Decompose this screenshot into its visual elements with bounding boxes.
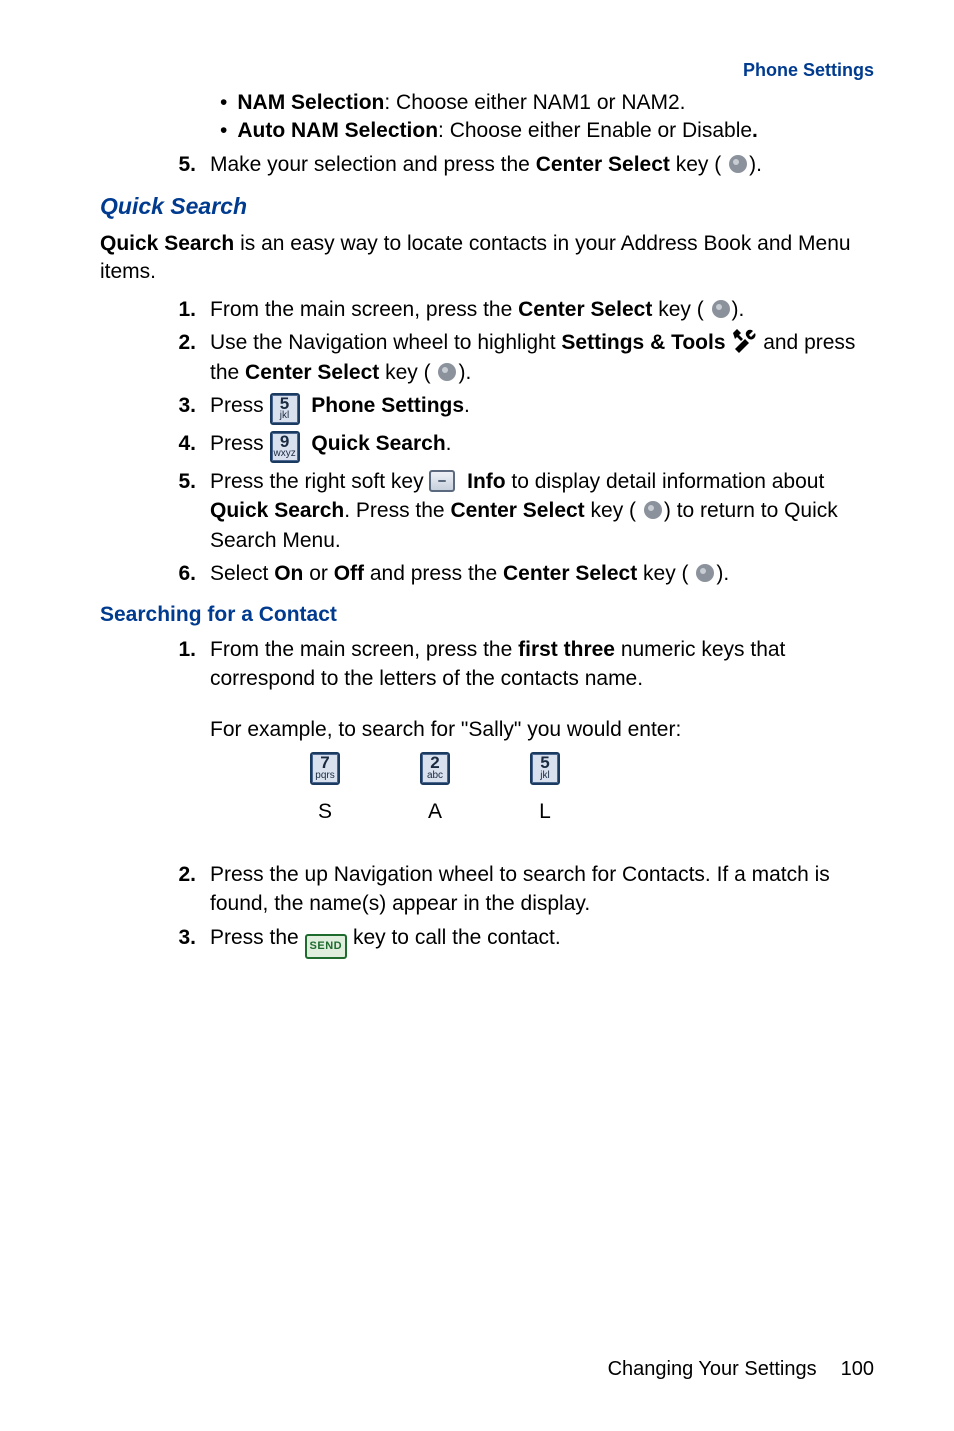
- center-select-icon: [436, 361, 458, 383]
- step-text: From the main screen, press the: [210, 298, 518, 321]
- tools-icon: [731, 329, 757, 353]
- step-text: key (: [670, 153, 721, 176]
- right-softkey-icon: [429, 470, 455, 492]
- step-item: 1. From the main screen, press the Cente…: [160, 295, 874, 324]
- step-text: Press: [210, 394, 270, 417]
- step-item: 5. Make your selection and press the Cen…: [160, 150, 874, 179]
- step-text: Press the up Navigation wheel to search …: [210, 860, 874, 919]
- step-item: 1. From the main screen, press the first…: [160, 635, 874, 827]
- example-keys: 7pqrs S 2abc A 5jkl L: [310, 751, 874, 826]
- center-select-icon: [694, 562, 716, 584]
- bullet-item: • Auto NAM Selection: Choose either Enab…: [220, 117, 874, 145]
- step-number: 4.: [160, 429, 196, 458]
- step-number: 3.: [160, 923, 196, 952]
- step-item: 3. Press 5jkl Phone Settings.: [160, 391, 874, 425]
- bullet-dot-icon: •: [220, 117, 227, 145]
- example-col: 2abc A: [420, 751, 450, 826]
- step-text: Press the: [210, 926, 305, 949]
- step-bold: Off: [334, 562, 364, 585]
- bullet-label: Auto NAM Selection: [237, 119, 438, 142]
- step-bold: On: [274, 562, 303, 585]
- bullet-text: : Choose either NAM1 or NAM2.: [384, 91, 685, 114]
- step-text: and press the: [364, 562, 503, 585]
- step-number: 2.: [160, 328, 196, 357]
- step-item: 5. Press the right soft key Info to disp…: [160, 467, 874, 555]
- step-text: key (: [379, 361, 430, 384]
- example-col: 5jkl L: [530, 751, 560, 826]
- step-number: 2.: [160, 860, 196, 889]
- center-select-icon: [642, 499, 664, 521]
- footer-chapter: Changing Your Settings: [608, 1358, 817, 1380]
- step-item: 2. Use the Navigation wheel to highlight…: [160, 328, 874, 387]
- intro-bold: Quick Search: [100, 232, 234, 255]
- step-number: 5.: [160, 467, 196, 496]
- step-bold: Center Select: [245, 361, 379, 384]
- step-text: . Press the: [344, 499, 450, 522]
- step-bold: Center Select: [536, 153, 670, 176]
- step-number: 1.: [160, 635, 196, 664]
- step-number: 3.: [160, 391, 196, 420]
- example-label: For example, to search for "Sally" you w…: [210, 715, 874, 744]
- section-header: Phone Settings: [100, 60, 874, 81]
- step-item: 4. Press 9wxyz Quick Search.: [160, 429, 874, 463]
- step-text: .: [446, 432, 452, 455]
- quick-search-intro: Quick Search is an easy way to locate co…: [100, 230, 874, 287]
- step-bold: Quick Search: [210, 499, 344, 522]
- step-item: 3. Press the SEND key to call the contac…: [160, 923, 874, 959]
- step-bold: Info: [467, 470, 505, 493]
- step-text: Use the Navigation wheel to highlight: [210, 331, 561, 354]
- step-bold: Phone Settings: [311, 394, 464, 417]
- step-bold: first three: [518, 638, 615, 661]
- example-letter: S: [310, 797, 340, 826]
- step-text: Make your selection and press the: [210, 153, 536, 176]
- step-text: key to call the contact.: [353, 926, 561, 949]
- bullet-item: • NAM Selection: Choose either NAM1 or N…: [220, 89, 874, 117]
- step-number: 5.: [160, 150, 196, 179]
- footer-page-number: 100: [841, 1358, 874, 1380]
- center-select-icon: [727, 153, 749, 175]
- step-text: From the main screen, press the: [210, 638, 518, 661]
- quick-search-heading: Quick Search: [100, 193, 874, 220]
- example-letter: L: [530, 797, 560, 826]
- page-footer: Changing Your Settings 100: [608, 1358, 874, 1381]
- step-text: Select: [210, 562, 274, 585]
- example-col: 7pqrs S: [310, 751, 340, 826]
- step-text: to display detail information about: [506, 470, 825, 493]
- step-text: key (: [652, 298, 703, 321]
- send-key-icon: SEND: [305, 934, 348, 959]
- example-letter: A: [420, 797, 450, 826]
- bullet-label: NAM Selection: [237, 91, 384, 114]
- step-bold: Center Select: [503, 562, 637, 585]
- step-item: 6. Select On or Off and press the Center…: [160, 559, 874, 588]
- bullet-period: .: [752, 119, 758, 142]
- searching-heading: Searching for a Contact: [100, 603, 874, 627]
- key-7-icon: 7pqrs: [310, 752, 340, 784]
- step-bold: Center Select: [518, 298, 652, 321]
- step-text: ).: [458, 361, 471, 384]
- key-2-icon: 2abc: [420, 752, 450, 784]
- step-number: 6.: [160, 559, 196, 588]
- step-bold: Center Select: [450, 499, 584, 522]
- step-text: or: [303, 562, 333, 585]
- step-text: .: [464, 394, 470, 417]
- bullet-list: • NAM Selection: Choose either NAM1 or N…: [220, 89, 874, 146]
- step-number: 1.: [160, 295, 196, 324]
- step-text: ).: [732, 298, 745, 321]
- center-select-icon: [710, 298, 732, 320]
- step-text: ).: [716, 562, 729, 585]
- key-5-icon: 5jkl: [270, 393, 300, 425]
- step-bold: Quick Search: [311, 432, 445, 455]
- step-text: key (: [585, 499, 636, 522]
- bullet-text: : Choose either Enable or Disable: [438, 119, 752, 142]
- step-bold: Settings & Tools: [561, 331, 725, 354]
- step-item: 2. Press the up Navigation wheel to sear…: [160, 860, 874, 919]
- key-5-icon: 5jkl: [530, 752, 560, 784]
- key-9-icon: 9wxyz: [270, 431, 300, 463]
- step-text: Press: [210, 432, 270, 455]
- bullet-dot-icon: •: [220, 89, 227, 117]
- step-text: ).: [749, 153, 762, 176]
- step-text: key (: [637, 562, 688, 585]
- step-text: Press the right soft key: [210, 470, 429, 493]
